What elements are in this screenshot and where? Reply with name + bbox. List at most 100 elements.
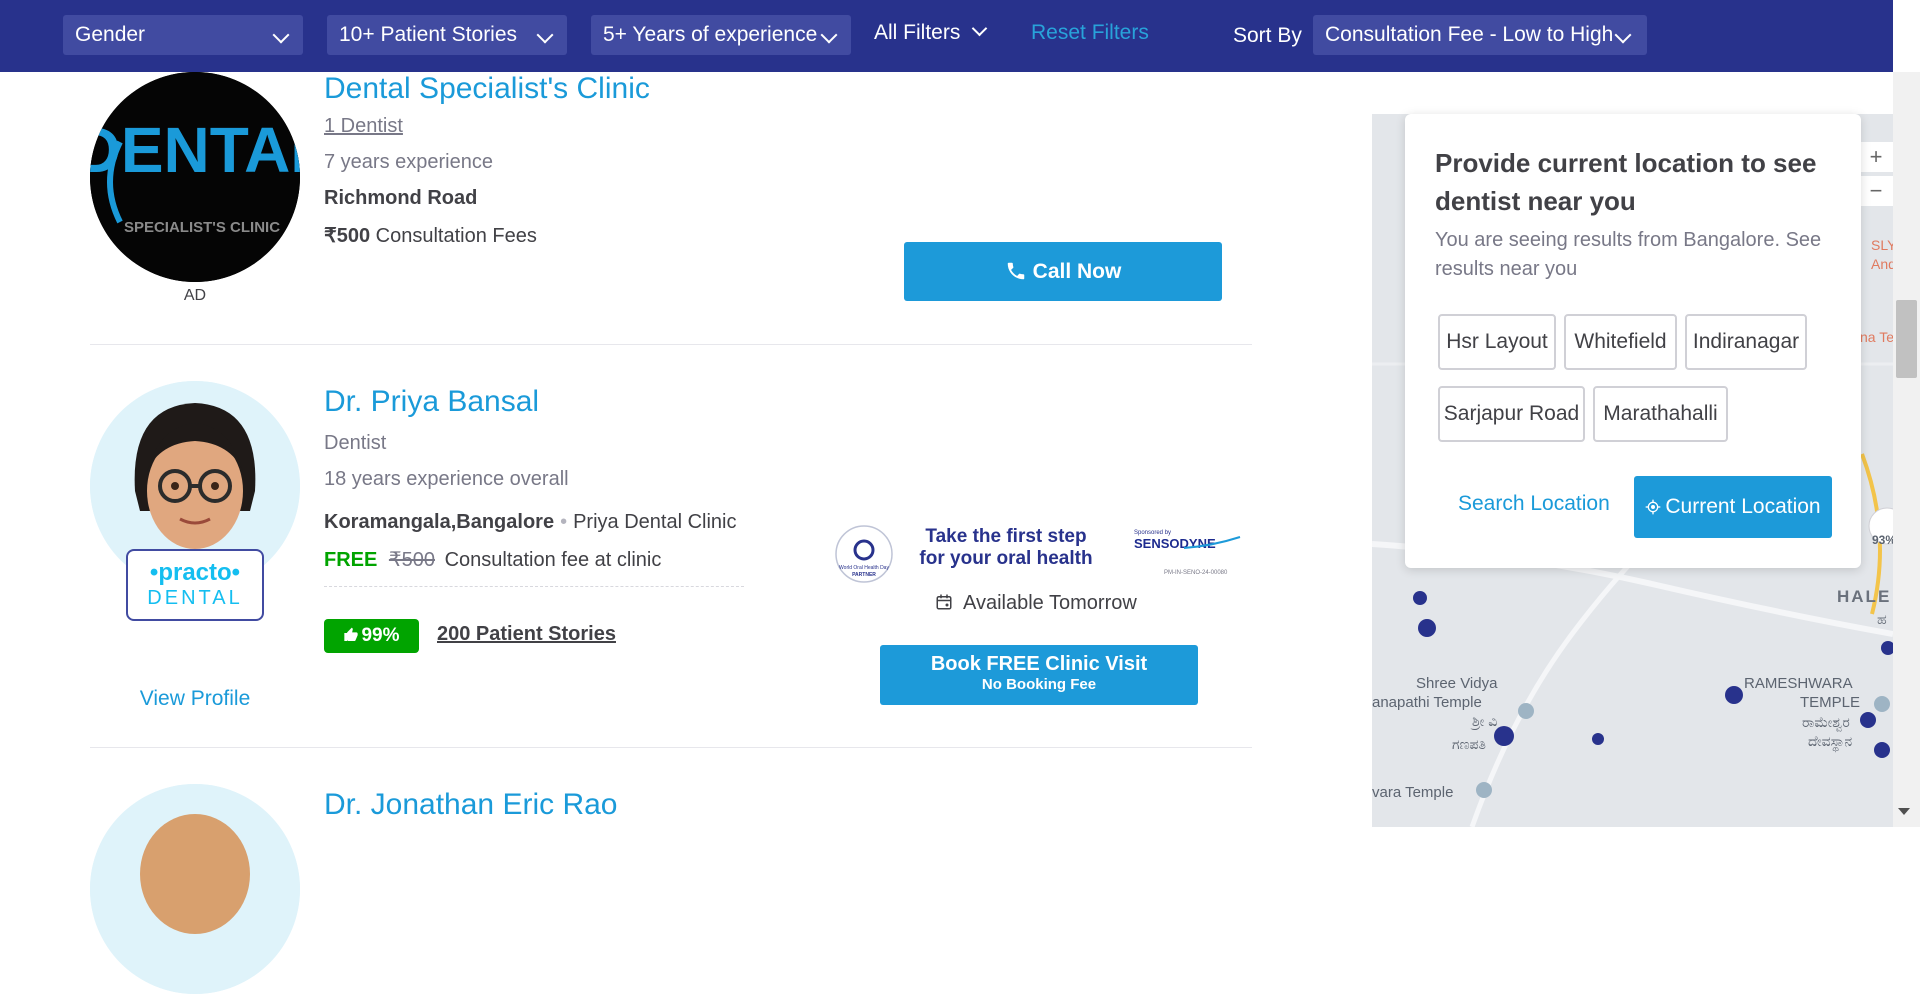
map-label: SLY (1871, 237, 1893, 253)
location-chip-sarjapur-road[interactable]: Sarjapur Road (1438, 386, 1585, 442)
separator-dot: • (560, 511, 568, 533)
recommendation-badge: 99% (324, 619, 419, 653)
patient-stories-filter-select[interactable]: 10+ Patient Stories (327, 15, 567, 55)
sort-by-label: Sort By (1233, 24, 1302, 47)
clinic-logo-subtext: SPECIALIST'S CLINIC (124, 219, 280, 236)
sensodyne-swoosh-icon (1183, 536, 1241, 549)
book-clinic-visit-button[interactable]: Book FREE Clinic Visit No Booking Fee (880, 645, 1198, 705)
recommendation-percent: 99% (361, 625, 400, 646)
clinic-experience: 7 years experience (324, 151, 493, 173)
patient-stories-filter-label: 10+ Patient Stories (339, 23, 518, 46)
call-now-button[interactable]: Call Now (904, 242, 1222, 301)
sort-value-label: Consultation Fee - Low to High (1325, 23, 1614, 46)
gender-filter-select[interactable]: Gender (63, 15, 303, 55)
map-label-kannada: ಹ (1877, 611, 1887, 627)
map-label-kannada: ಶ್ರೀ ವಿ (1470, 713, 1498, 730)
map-rating-label: 93% (1872, 533, 1893, 547)
location-chip-marathahalli[interactable]: Marathahalli (1593, 386, 1728, 442)
map-label-kannada: ಗಣಪತಿ (1452, 736, 1486, 752)
practo-logo-text: •practo• (149, 559, 241, 586)
practo-dental-text: DENTAL (147, 587, 243, 609)
clinic-fee: ₹500 Consultation Fees (324, 223, 537, 248)
sensodyne-logo: Sponsored by SENSODYNE PM-IN-SENO-24-000… (1134, 530, 1241, 580)
book-clinic-visit-label: Book FREE Clinic Visit (930, 653, 1148, 675)
wohd-text: World Oral Health Day (839, 565, 889, 571)
gender-filter-label: Gender (75, 23, 146, 46)
clinic-logo: DENTAL SPECIALIST'S CLINIC (90, 72, 300, 282)
map-label: TEMPLE (1800, 694, 1860, 711)
sponsored-banner[interactable]: World Oral Health Day PARTNER Take the f… (834, 520, 1241, 590)
availability-text: Available Tomorrow (963, 592, 1137, 614)
clinic-dentist-count-link[interactable]: 1 Dentist (324, 115, 403, 138)
call-now-label: Call Now (1032, 260, 1122, 283)
location-chip-hsr-layout[interactable]: Hsr Layout (1438, 314, 1556, 370)
doctor-fee: FREE ₹500 Consultation fee at clinic (324, 547, 744, 587)
doctor-clinic-link[interactable]: Priya Dental Clinic (573, 511, 736, 533)
chevron-down-icon (820, 26, 838, 44)
ad-label: AD (183, 287, 207, 304)
chevron-down-icon (272, 26, 290, 44)
patient-stories-link[interactable]: 200 Patient Stories (437, 623, 616, 646)
doctor-experience: 18 years experience overall (324, 468, 569, 490)
doctor-card: Dr. Jonathan Eric Rao (90, 748, 1252, 994)
fee-free-label: FREE (324, 549, 378, 571)
calendar-icon (936, 594, 952, 610)
map-label: RAMESHWARA (1744, 675, 1853, 692)
location-chip-indiranagar[interactable]: Indiranagar (1685, 314, 1807, 370)
current-location-label: Current Location (1665, 495, 1821, 518)
doctor-specialty: Dentist (324, 432, 387, 454)
chevron-down-icon (1614, 26, 1632, 44)
no-booking-fee-label: No Booking Fee (981, 676, 1097, 693)
partner-label: PARTNER (852, 572, 876, 578)
experience-filter-select[interactable]: 5+ Years of experience (591, 15, 851, 55)
zoom-in-button[interactable]: + (1859, 142, 1893, 172)
phone-icon (1007, 262, 1024, 280)
crosshair-icon (1646, 499, 1661, 515)
doctor-card: •practo• DENTAL Dr. Priya Bansal Dentist… (90, 345, 1252, 748)
zoom-out-button[interactable]: − (1859, 176, 1893, 206)
map-label-kannada: ರಾಮೇಶ್ವರ (1802, 714, 1850, 731)
clinic-fee-amount: ₹500 (324, 225, 371, 247)
clinic-name-link[interactable]: Dental Specialist's Clinic (324, 72, 650, 106)
location-popup-subtitle: You are seeing results from Bangalore. S… (1435, 229, 1822, 280)
doctor-name-link[interactable]: Dr. Jonathan Eric Rao (324, 788, 617, 822)
map-label: anapathi Temple (1372, 694, 1482, 711)
availability: Available Tomorrow (935, 592, 1137, 615)
page-scrollbar[interactable] (1893, 72, 1920, 827)
doctor-location: Koramangala,Bangalore • Priya Dental Clini… (324, 511, 736, 534)
location-chip-whitefield[interactable]: Whitefield (1564, 314, 1677, 370)
current-location-button[interactable]: Current Location (1634, 476, 1832, 538)
chevron-down-icon (972, 20, 988, 37)
fee-label: Consultation fee at clinic (444, 549, 662, 571)
doctor-locality: Koramangala,Bangalore (324, 511, 555, 533)
all-filters-label: All Filters (874, 21, 961, 44)
world-oral-health-day-logo: World Oral Health Day PARTNER (835, 525, 893, 583)
fee-original: ₹500 (388, 549, 435, 571)
doctor-name-link[interactable]: Dr. Priya Bansal (324, 385, 539, 419)
location-popup: Provide current location to see dentist … (1405, 114, 1861, 568)
experience-filter-label: 5+ Years of experience (603, 23, 818, 46)
practo-dental-badge: •practo• DENTAL (126, 549, 264, 621)
map-label: And (1871, 256, 1893, 272)
reset-filters-link[interactable]: Reset Filters (1031, 15, 1149, 51)
doctor-photo[interactable] (90, 784, 300, 994)
all-filters-button[interactable]: All Filters (874, 15, 988, 55)
map-label: Shree Vidya (1416, 675, 1498, 692)
clinic-logo-text: DENTAL (90, 114, 300, 186)
thumbs-up-icon (344, 627, 359, 641)
map-label: HALE (1837, 587, 1891, 606)
page-scrollbar-thumb[interactable] (1896, 300, 1917, 378)
map-label: vara Temple (1372, 784, 1453, 801)
sponsor-code: PM-IN-SENO-24-00080 (1164, 570, 1228, 576)
view-profile-link[interactable]: View Profile (90, 687, 300, 711)
location-popup-title: Provide current location to see dentist … (1435, 148, 1817, 216)
clinic-location: Richmond Road (324, 187, 478, 209)
sort-select[interactable]: Consultation Fee - Low to High (1313, 15, 1647, 55)
scroll-down-arrow-icon[interactable] (1898, 808, 1910, 815)
promo-text: Take the first step for your oral health (919, 526, 1093, 569)
map-label: na Tem (1860, 329, 1893, 345)
search-location-link[interactable]: Search Location (1458, 492, 1610, 516)
chevron-down-icon (536, 26, 554, 44)
clinic-fee-label: Consultation Fees (375, 225, 537, 247)
filter-bar: Gender 10+ Patient Stories 5+ Years of e… (0, 0, 1893, 72)
